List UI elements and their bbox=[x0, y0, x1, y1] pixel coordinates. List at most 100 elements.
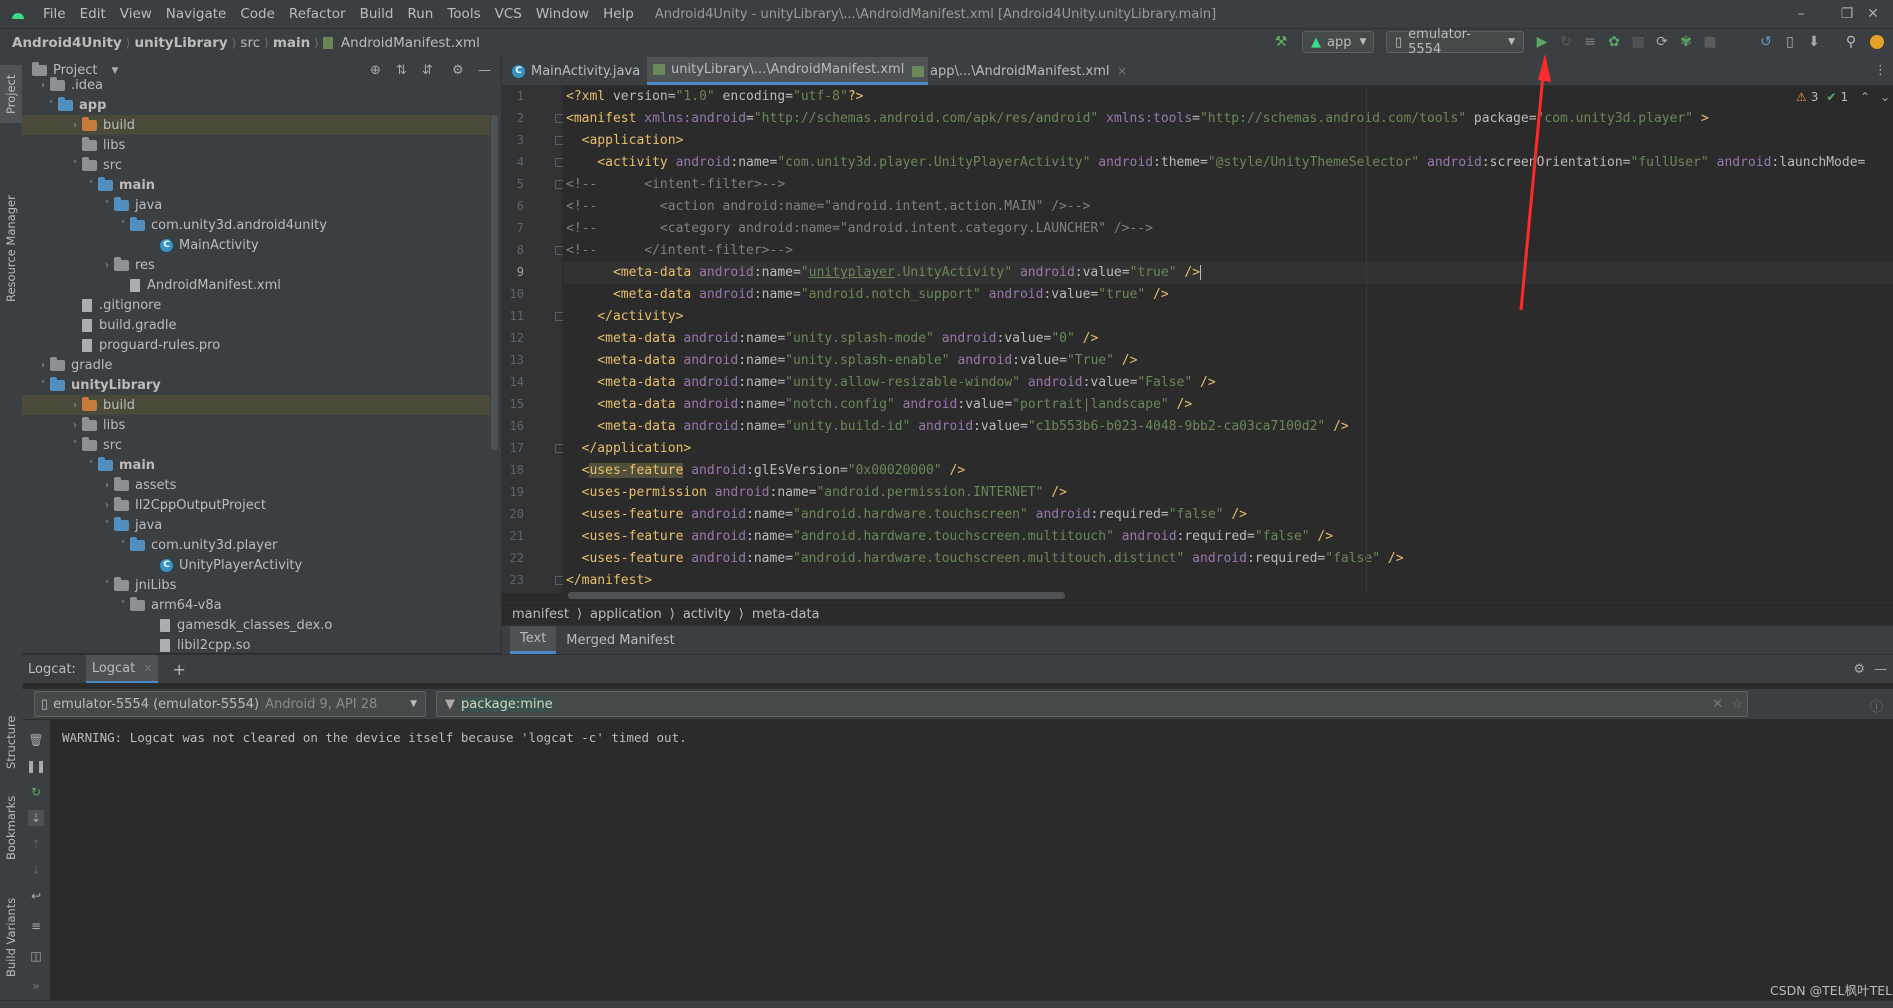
tree-item[interactable]: ˅ src bbox=[22, 435, 490, 455]
hammer-build-icon[interactable]: ⚒ bbox=[1270, 31, 1292, 53]
breadcrumb-main[interactable]: main bbox=[269, 35, 314, 51]
resource-manager-tab[interactable]: Resource Manager bbox=[0, 193, 22, 305]
tab-merged-manifest[interactable]: Merged Manifest bbox=[556, 626, 684, 654]
tab-app-manifest[interactable]: app\...\AndroidManifest.xml ✕ bbox=[906, 57, 1133, 85]
search-icon[interactable]: ⚲ bbox=[1840, 31, 1862, 53]
close-tab-icon[interactable]: ✕ bbox=[143, 662, 152, 675]
minimize-icon[interactable]: – bbox=[1778, 0, 1824, 28]
menu-vcs[interactable]: VCS bbox=[488, 6, 529, 22]
code-editor[interactable]: <?xml version="1.0" encoding="utf-8"?> <… bbox=[563, 86, 1893, 593]
chevron-down-icon[interactable]: ˅ bbox=[84, 460, 98, 471]
tree-item[interactable]: › build bbox=[22, 115, 490, 135]
inspection-widget[interactable]: ⚠ 3 ✔ 1 ⌃ ⌄ bbox=[1796, 90, 1890, 104]
menu-build[interactable]: Build bbox=[353, 6, 401, 22]
tree-item[interactable]: ˅ com.unity3d.android4unity bbox=[22, 215, 490, 235]
add-tab-icon[interactable]: + bbox=[172, 660, 185, 679]
tree-item[interactable]: C MainActivity bbox=[22, 235, 490, 255]
chevron-down-icon[interactable]: ˅ bbox=[100, 580, 114, 591]
apply-code-changes-icon[interactable]: ≡ bbox=[1579, 31, 1601, 53]
restart-icon[interactable]: ↻ bbox=[28, 784, 44, 800]
chevron-right-icon[interactable]: › bbox=[36, 80, 50, 91]
build-variants-tab[interactable]: Build Variants bbox=[0, 887, 22, 987]
debug-icon[interactable]: ✿ bbox=[1603, 31, 1625, 53]
chevron-right-icon[interactable]: › bbox=[100, 480, 114, 491]
profile-icon[interactable]: ⟳ bbox=[1651, 31, 1673, 53]
tree-item[interactable]: C UnityPlayerActivity bbox=[22, 555, 490, 575]
tree-item[interactable]: libil2cpp.so bbox=[22, 635, 490, 655]
menu-window[interactable]: Window bbox=[529, 6, 596, 22]
tree-item[interactable]: ˅ unityLibrary bbox=[22, 375, 490, 395]
structure-tab[interactable]: Structure bbox=[0, 707, 22, 777]
chevron-down-icon[interactable]: ˅ bbox=[100, 200, 114, 211]
hide-panel-icon[interactable]: — bbox=[1874, 662, 1887, 677]
chevron-right-icon[interactable]: › bbox=[68, 420, 82, 431]
chevron-right-icon[interactable]: › bbox=[68, 120, 82, 131]
tree-item[interactable]: ˅ main bbox=[22, 175, 490, 195]
sdk-manager-icon[interactable]: ⬇ bbox=[1803, 31, 1825, 53]
tree-item[interactable]: ˅ src bbox=[22, 155, 490, 175]
tree-item[interactable]: ˅ jniLibs bbox=[22, 575, 490, 595]
chevron-right-icon[interactable]: › bbox=[100, 260, 114, 271]
chevron-down-icon[interactable]: ˅ bbox=[116, 540, 130, 551]
menu-run[interactable]: Run bbox=[400, 6, 440, 22]
tree-item[interactable]: ˅ main bbox=[22, 455, 490, 475]
tree-item[interactable]: › Il2CppOutputProject bbox=[22, 495, 490, 515]
up-arrow-icon[interactable]: ↑ bbox=[28, 836, 44, 852]
close-icon[interactable]: ✕ bbox=[1850, 0, 1893, 28]
chevron-down-icon[interactable]: ⌄ bbox=[1880, 90, 1890, 104]
run-config-select[interactable]: ▲ app ▼ bbox=[1302, 31, 1374, 53]
tree-item[interactable]: › res bbox=[22, 255, 490, 275]
tree-item[interactable]: ˅ java bbox=[22, 515, 490, 535]
menu-navigate[interactable]: Navigate bbox=[159, 6, 234, 22]
chevron-down-icon[interactable]: ˅ bbox=[116, 600, 130, 611]
breadcrumb-activity[interactable]: activity bbox=[683, 607, 731, 622]
tab-text[interactable]: Text bbox=[510, 626, 557, 654]
close-tab-icon[interactable]: ✕ bbox=[1117, 65, 1126, 78]
chevron-right-icon[interactable]: › bbox=[36, 360, 50, 371]
tree-item[interactable]: › libs bbox=[22, 415, 490, 435]
menu-tools[interactable]: Tools bbox=[440, 6, 487, 22]
more-icon[interactable]: » bbox=[28, 978, 44, 994]
split-panels-icon[interactable]: ◫ bbox=[28, 948, 44, 964]
breadcrumb-application[interactable]: application bbox=[590, 607, 662, 622]
tree-item[interactable]: ˅ java bbox=[22, 195, 490, 215]
logcat-filter-input[interactable]: ▼ package:mine ✕ ☆ bbox=[436, 691, 1748, 717]
breadcrumb-file[interactable]: AndroidManifest.xml bbox=[337, 35, 484, 51]
breadcrumb-src[interactable]: src bbox=[236, 35, 264, 51]
help-icon[interactable]: ⓘ bbox=[1870, 696, 1883, 715]
gear-icon[interactable]: ⚙ bbox=[1853, 662, 1865, 677]
menu-code[interactable]: Code bbox=[233, 6, 282, 22]
bookmarks-tab[interactable]: Bookmarks bbox=[0, 792, 22, 864]
tree-item[interactable]: libs bbox=[22, 135, 490, 155]
tree-item[interactable]: › gradle bbox=[22, 355, 490, 375]
sync-gradle-icon[interactable]: ↺ bbox=[1755, 31, 1777, 53]
scroll-to-end-icon[interactable]: ⇣ bbox=[28, 810, 44, 826]
chevron-down-icon[interactable]: ˅ bbox=[116, 220, 130, 231]
chevron-up-icon[interactable]: ⌃ bbox=[1860, 90, 1870, 104]
breadcrumb-meta-data[interactable]: meta-data bbox=[752, 607, 820, 622]
project-tool-tab[interactable]: Project bbox=[0, 65, 22, 123]
tree-item[interactable]: › .idea bbox=[22, 75, 490, 95]
pause-icon[interactable]: ❚❚ bbox=[26, 758, 46, 774]
menu-edit[interactable]: Edit bbox=[73, 6, 113, 22]
favorite-filter-icon[interactable]: ☆ bbox=[1731, 697, 1743, 712]
menu-view[interactable]: View bbox=[113, 6, 159, 22]
breadcrumb-module[interactable]: unityLibrary bbox=[130, 35, 231, 51]
clear-logcat-icon[interactable]: 🗑 bbox=[28, 732, 44, 748]
logcat-tab[interactable]: Logcat ✕ bbox=[85, 655, 159, 683]
tree-item[interactable]: › assets bbox=[22, 475, 490, 495]
chevron-down-icon[interactable]: ▼ bbox=[111, 66, 118, 76]
more-tabs-icon[interactable]: ⋮ bbox=[1874, 63, 1887, 78]
menu-refactor[interactable]: Refactor bbox=[282, 6, 353, 22]
attach-debugger-icon[interactable]: ✾ bbox=[1675, 31, 1697, 53]
coverage-icon[interactable]: ▩ bbox=[1627, 31, 1649, 53]
chevron-down-icon[interactable]: ˅ bbox=[36, 380, 50, 391]
stop-icon[interactable]: ■ bbox=[1699, 31, 1721, 53]
format-icon[interactable]: ≡ bbox=[28, 918, 44, 934]
breadcrumb-manifest[interactable]: manifest bbox=[512, 607, 569, 622]
menu-file[interactable]: File bbox=[36, 6, 73, 22]
chevron-right-icon[interactable]: › bbox=[68, 400, 82, 411]
chevron-down-icon[interactable]: ˅ bbox=[44, 100, 58, 111]
chevron-down-icon[interactable]: ˅ bbox=[100, 520, 114, 531]
device-manager-icon[interactable]: ▯ bbox=[1779, 31, 1801, 53]
